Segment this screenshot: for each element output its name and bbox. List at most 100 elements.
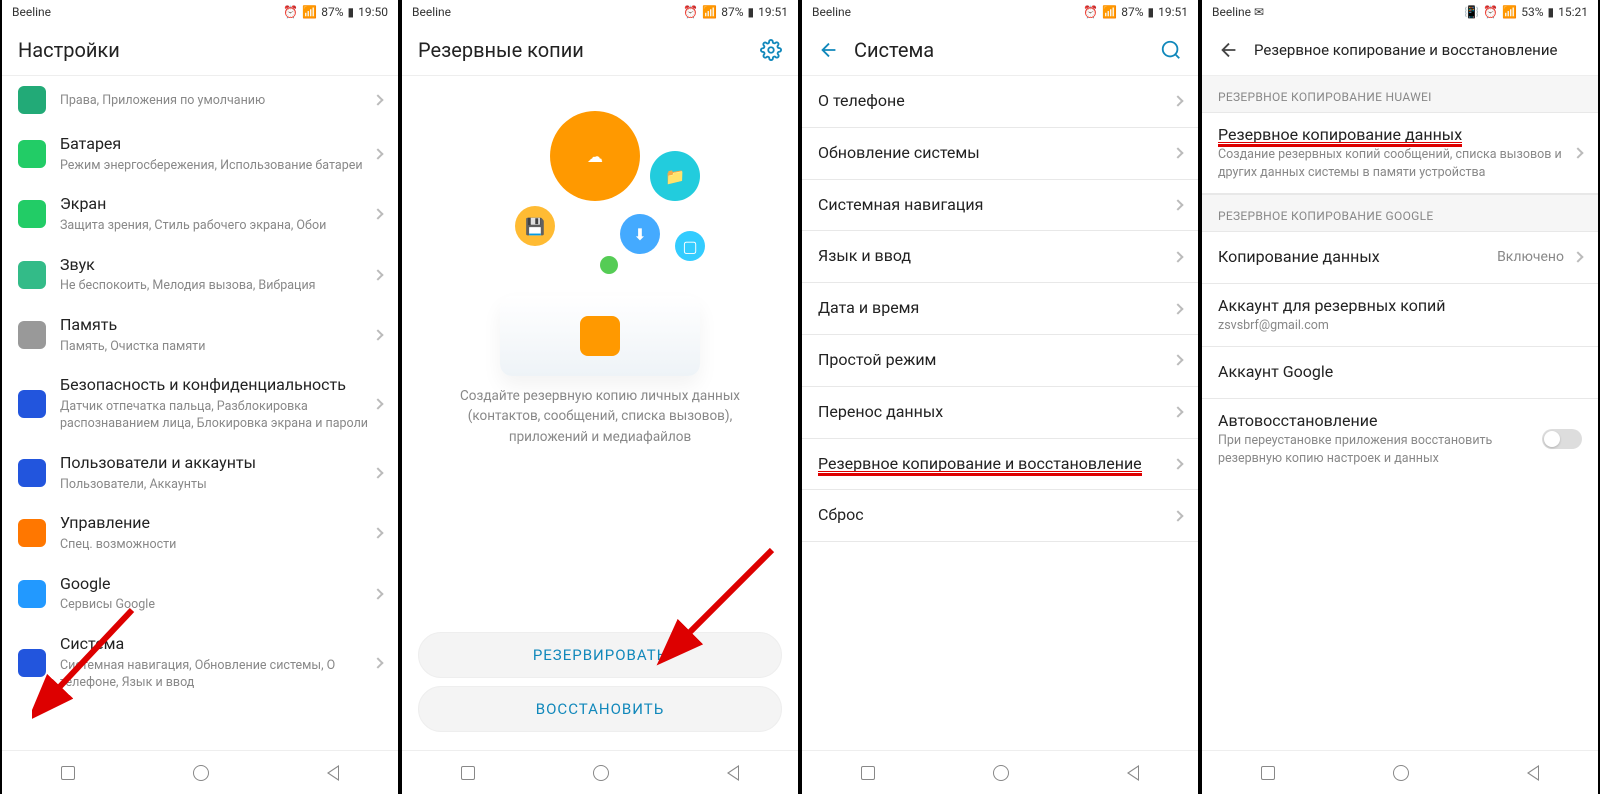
nav-home-button[interactable] <box>993 765 1009 781</box>
clock: 19:50 <box>358 5 388 19</box>
vibrate-icon: 📳 <box>1464 5 1479 19</box>
chevron-right-icon <box>372 657 383 668</box>
status-bar: Beeline ⏰ 📶 87% ▮ 19:51 <box>402 0 798 24</box>
settings-item[interactable]: Батарея Режим энергосбережения, Использо… <box>2 124 398 184</box>
item-title: Копирование данных <box>1218 247 1497 268</box>
signal-icon: 📶 <box>702 5 717 19</box>
gear-icon[interactable] <box>760 39 782 61</box>
chevron-right-icon <box>1172 251 1183 262</box>
nav-home-button[interactable] <box>1393 765 1409 781</box>
back-icon[interactable] <box>1218 39 1240 61</box>
settings-item[interactable]: Google Сервисы Google <box>2 564 398 624</box>
chevron-right-icon <box>372 467 383 478</box>
settings-list[interactable]: Права, Приложения по умолчанию Батарея Р… <box>2 76 398 750</box>
signal-icon: 📶 <box>1102 5 1117 19</box>
restore-button[interactable]: ВОССТАНОВИТЬ <box>418 686 782 732</box>
item-title: Простой режим <box>818 350 1174 371</box>
system-item[interactable]: Простой режим <box>802 335 1198 387</box>
nav-home-button[interactable] <box>593 765 609 781</box>
chevron-right-icon <box>1172 96 1183 107</box>
chevron-right-icon <box>1172 407 1183 418</box>
auto-restore-toggle[interactable] <box>1542 429 1582 449</box>
item-sub: Защита зрения, Стиль рабочего экрана, Об… <box>60 217 374 235</box>
screen-system: Beeline ⏰ 📶 87% ▮ 19:51 Система О телефо… <box>800 0 1200 794</box>
back-icon[interactable] <box>818 39 840 61</box>
header: Система <box>802 24 1198 76</box>
system-item[interactable]: Системная навигация <box>802 180 1198 232</box>
nav-recent-button[interactable] <box>1261 766 1275 780</box>
nav-home-button[interactable] <box>193 765 209 781</box>
hero-text: Создайте резервную копию личных данных (… <box>432 386 768 447</box>
app-icon <box>18 459 46 487</box>
system-item[interactable]: Сброс <box>802 490 1198 542</box>
backup-button[interactable]: РЕЗЕРВИРОВАТЬ <box>418 632 782 678</box>
system-item[interactable]: О телефоне <box>802 76 1198 128</box>
chevron-right-icon <box>1572 147 1583 158</box>
nav-recent-button[interactable] <box>61 766 75 780</box>
item-backup-account[interactable]: Аккаунт для резервных копий zsvsbrf@gmai… <box>1202 284 1598 348</box>
nav-back-button[interactable] <box>327 765 339 781</box>
settings-item[interactable]: Безопасность и конфиденциальность Датчик… <box>2 365 398 443</box>
item-sub: Пользователи, Аккаунты <box>60 476 374 494</box>
system-item[interactable]: Язык и ввод <box>802 231 1198 283</box>
item-title: Система <box>60 634 374 655</box>
battery-icon: ▮ <box>748 5 755 19</box>
nav-back-button[interactable] <box>727 765 739 781</box>
item-title: Управление <box>60 513 374 534</box>
item-title: Звук <box>60 255 374 276</box>
item-sub: Память, Очистка памяти <box>60 338 374 356</box>
header: Резервное копирование и восстановление <box>1202 24 1598 76</box>
app-icon <box>18 140 46 168</box>
screen-settings: Beeline ⏰ 📶 87% ▮ 19:50 Настройки Права,… <box>0 0 400 794</box>
item-title: Безопасность и конфиденциальность <box>60 375 374 396</box>
status-bar: Beeline ⏰ 📶 87% ▮ 19:51 <box>802 0 1198 24</box>
item-google-account[interactable]: Аккаунт Google <box>1202 347 1598 399</box>
system-item[interactable]: Перенос данных <box>802 387 1198 439</box>
item-title: Пользователи и аккаунты <box>60 453 374 474</box>
item-sub: zsvsbrf@gmail.com <box>1218 317 1582 335</box>
system-item[interactable]: Обновление системы <box>802 128 1198 180</box>
battery-pct: 87% <box>1121 5 1143 19</box>
nav-back-button[interactable] <box>1527 765 1539 781</box>
settings-item[interactable]: Управление Спец. возможности <box>2 503 398 563</box>
item-auto-restore[interactable]: Автовосстановление При переустановке при… <box>1202 399 1598 479</box>
nav-recent-button[interactable] <box>461 766 475 780</box>
cloud-icon: ☁ <box>550 111 640 201</box>
item-title: Дата и время <box>818 298 1174 319</box>
item-title: Батарея <box>60 134 374 155</box>
page-title: Настройки <box>18 38 382 62</box>
section-huawei: РЕЗЕРВНОЕ КОПИРОВАНИЕ HUAWEI <box>1202 76 1598 113</box>
nav-bar <box>2 750 398 794</box>
settings-item[interactable]: Система Системная навигация, Обновление … <box>2 624 398 702</box>
item-title: Автовосстановление <box>1218 411 1542 430</box>
wifi-icon: 📶 <box>1502 5 1517 19</box>
chevron-right-icon <box>372 528 383 539</box>
item-copy-data[interactable]: Копирование данных Включено <box>1202 232 1598 284</box>
settings-item[interactable]: Права, Приложения по умолчанию <box>2 76 398 124</box>
header: Настройки <box>2 24 398 76</box>
nav-back-button[interactable] <box>1127 765 1139 781</box>
settings-item[interactable]: Звук Не беспокоить, Мелодия вызова, Вибр… <box>2 245 398 305</box>
search-icon[interactable] <box>1160 39 1182 61</box>
settings-item[interactable]: Память Память, Очистка памяти <box>2 305 398 365</box>
alarm-icon: ⏰ <box>283 5 298 19</box>
app-icon <box>18 200 46 228</box>
carrier-label: Beeline <box>12 5 51 19</box>
item-title: Системная навигация <box>818 195 1174 216</box>
app-icon <box>18 261 46 289</box>
nav-recent-button[interactable] <box>861 766 875 780</box>
system-list[interactable]: О телефонеОбновление системы Системная на… <box>802 76 1198 750</box>
system-item[interactable]: Резервное копирование и восстановление <box>802 439 1198 491</box>
item-title: Экран <box>60 194 374 215</box>
item-sub: Датчик отпечатка пальца, Разблокировка р… <box>60 398 374 433</box>
chevron-right-icon <box>1172 458 1183 469</box>
item-data-backup[interactable]: Резервное копирование данных Создание ре… <box>1202 113 1598 194</box>
device-icon: ▢ <box>675 231 705 261</box>
settings-item[interactable]: Экран Защита зрения, Стиль рабочего экра… <box>2 184 398 244</box>
system-item[interactable]: Дата и время <box>802 283 1198 335</box>
clock: 15:21 <box>1558 5 1588 19</box>
carrier-label: Beeline <box>412 5 451 19</box>
page-title: Система <box>854 38 1146 62</box>
settings-item[interactable]: Пользователи и аккаунты Пользователи, Ак… <box>2 443 398 503</box>
status-right: ⏰ 📶 87% ▮ 19:50 <box>283 5 388 19</box>
